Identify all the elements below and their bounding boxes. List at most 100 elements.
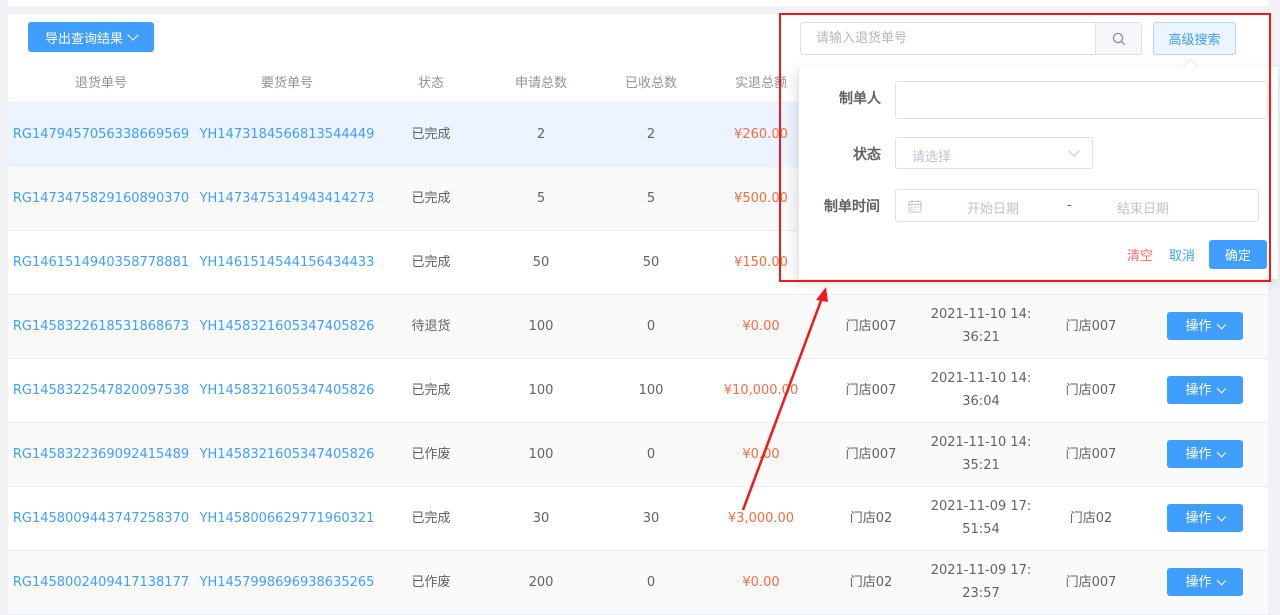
- confirm-button[interactable]: 确定: [1209, 240, 1267, 269]
- return-no-link[interactable]: RG1458322547820097538: [8, 358, 194, 423]
- create-time-clock: 35:21: [962, 458, 1000, 473]
- row-actions-button[interactable]: 操作: [1167, 568, 1243, 596]
- date-range-picker[interactable]: 开始日期 - 结束日期: [895, 189, 1259, 222]
- table-row[interactable]: RG1458009443747258370 YH14580066297719603…: [8, 486, 1268, 551]
- cancel-button[interactable]: 取消: [1169, 245, 1195, 264]
- actions-cell: 操作: [1142, 550, 1268, 615]
- applied-total-cell: 5: [482, 166, 600, 231]
- applied-total-cell: 100: [482, 294, 600, 359]
- status-cell: 已完成: [380, 166, 482, 231]
- request-no-link[interactable]: YH1457998696938635265: [194, 550, 380, 615]
- row-actions-label: 操作: [1185, 574, 1212, 590]
- start-date-input[interactable]: 开始日期: [967, 198, 1019, 217]
- return-no-link[interactable]: RG1458009443747258370: [8, 486, 194, 551]
- col-header-return-no[interactable]: 退货单号: [8, 61, 194, 103]
- status-cell: 已完成: [380, 102, 482, 167]
- request-no-link[interactable]: YH1461514544156434433: [194, 230, 380, 295]
- row-actions-button[interactable]: 操作: [1167, 504, 1243, 532]
- create-time-clock: 36:21: [962, 330, 1000, 345]
- received-total-cell: 30: [600, 486, 702, 551]
- store-cell: 门店007: [820, 294, 922, 359]
- search-input[interactable]: [801, 23, 1095, 54]
- col-header-status[interactable]: 状态: [380, 61, 482, 103]
- chevron-down-icon: [1216, 447, 1226, 457]
- applied-total-cell: 200: [482, 550, 600, 615]
- status-cell: 已完成: [380, 486, 482, 551]
- create-time-cell: 2021-11-10 14: 36:04: [922, 358, 1040, 423]
- actions-cell: 操作: [1142, 358, 1268, 423]
- applied-total-cell: 2: [482, 102, 600, 167]
- request-no-link[interactable]: YH1458321605347405826: [194, 422, 380, 487]
- applied-total-cell: 100: [482, 358, 600, 423]
- request-no-link[interactable]: YH1473184566813544449: [194, 102, 380, 167]
- export-results-label: 导出查询结果: [44, 31, 123, 47]
- table-row[interactable]: RG1458322618531868673 YH14583216053474058…: [8, 294, 1268, 359]
- advanced-search-button[interactable]: 高级搜索: [1153, 22, 1236, 55]
- return-no-link[interactable]: RG1458002409417138177: [8, 550, 194, 615]
- return-no-link[interactable]: RG1458322369092415489: [8, 422, 194, 487]
- clear-button[interactable]: 清空: [1127, 245, 1153, 264]
- col-header-applied-total[interactable]: 申请总数: [482, 61, 600, 103]
- received-total-cell: 5: [600, 166, 702, 231]
- table-row[interactable]: RG1458322547820097538 YH14583216053474058…: [8, 358, 1268, 423]
- request-no-link[interactable]: YH1458006629771960321: [194, 486, 380, 551]
- top-strip: [8, 0, 1268, 6]
- return-no-link[interactable]: RG1461514940358778881: [8, 230, 194, 295]
- refund-amount-cell: ¥0.00: [702, 294, 820, 359]
- export-results-button[interactable]: 导出查询结果: [28, 22, 154, 52]
- chevron-down-icon: [1216, 383, 1226, 393]
- applied-total-cell: 100: [482, 422, 600, 487]
- return-no-link[interactable]: RG1479457056338669569: [8, 102, 194, 167]
- refund-amount-cell: ¥10,000.00: [702, 358, 820, 423]
- create-time-date: 2021-11-10 14:: [930, 371, 1032, 386]
- end-date-input[interactable]: 结束日期: [1117, 198, 1169, 217]
- create-time-clock: 51:54: [962, 522, 1000, 537]
- refund-amount-cell: ¥3,000.00: [702, 486, 820, 551]
- received-total-cell: 50: [600, 230, 702, 295]
- create-time-cell: 2021-11-09 17: 51:54: [922, 486, 1040, 551]
- search-box: [800, 22, 1142, 55]
- row-actions-button[interactable]: 操作: [1167, 312, 1243, 340]
- row-actions-button[interactable]: 操作: [1167, 376, 1243, 404]
- actions-cell: 操作: [1142, 486, 1268, 551]
- applied-total-cell: 30: [482, 486, 600, 551]
- status-select-placeholder: 请选择: [912, 150, 952, 165]
- row-actions-label: 操作: [1185, 318, 1212, 334]
- store-cell: 门店02: [820, 486, 922, 551]
- row-actions-label: 操作: [1185, 510, 1212, 526]
- row-actions-label: 操作: [1185, 446, 1212, 462]
- received-total-cell: 0: [600, 294, 702, 359]
- chevron-down-icon: [1216, 575, 1226, 585]
- actions-cell: 操作: [1142, 294, 1268, 359]
- search-button[interactable]: [1095, 23, 1141, 54]
- create-time-cell: 2021-11-10 14: 35:21: [922, 422, 1040, 487]
- create-time-cell: 2021-11-10 14: 36:21: [922, 294, 1040, 359]
- store-cell: 门店02: [820, 550, 922, 615]
- received-total-cell: 2: [600, 102, 702, 167]
- request-no-link[interactable]: YH1473475314943414273: [194, 166, 380, 231]
- request-no-link[interactable]: YH1458321605347405826: [194, 358, 380, 423]
- search-icon: [1112, 32, 1125, 45]
- col-header-request-no[interactable]: 要货单号: [194, 61, 380, 103]
- store-cell: 门店007: [820, 422, 922, 487]
- table-row[interactable]: RG1458322369092415489 YH14583216053474058…: [8, 422, 1268, 487]
- creator-label: 制单人: [839, 91, 881, 107]
- create-time-date: 2021-11-10 14:: [930, 307, 1032, 322]
- creator-input[interactable]: [895, 81, 1268, 119]
- creator-cell: 门店007: [1040, 422, 1142, 487]
- status-label: 状态: [853, 147, 881, 163]
- row-actions-button[interactable]: 操作: [1167, 440, 1243, 468]
- advanced-search-popover: 制单人 状态 请选择 制单时间 开始日期 - 结束日期 清空 取消 确定: [798, 58, 1278, 279]
- status-cell: 已作废: [380, 550, 482, 615]
- request-no-link[interactable]: YH1458321605347405826: [194, 294, 380, 359]
- status-select[interactable]: 请选择: [895, 137, 1093, 169]
- received-total-cell: 100: [600, 358, 702, 423]
- creator-cell: 门店007: [1040, 358, 1142, 423]
- return-no-link[interactable]: RG1458322618531868673: [8, 294, 194, 359]
- return-no-link[interactable]: RG1473475829160890370: [8, 166, 194, 231]
- table-row[interactable]: RG1458002409417138177 YH14579986969386352…: [8, 550, 1268, 615]
- refund-amount-cell: ¥0.00: [702, 550, 820, 615]
- col-header-received-total[interactable]: 已收总数: [600, 61, 702, 103]
- create-time-date: 2021-11-09 17:: [930, 499, 1032, 514]
- create-time-clock: 36:04: [962, 394, 1000, 409]
